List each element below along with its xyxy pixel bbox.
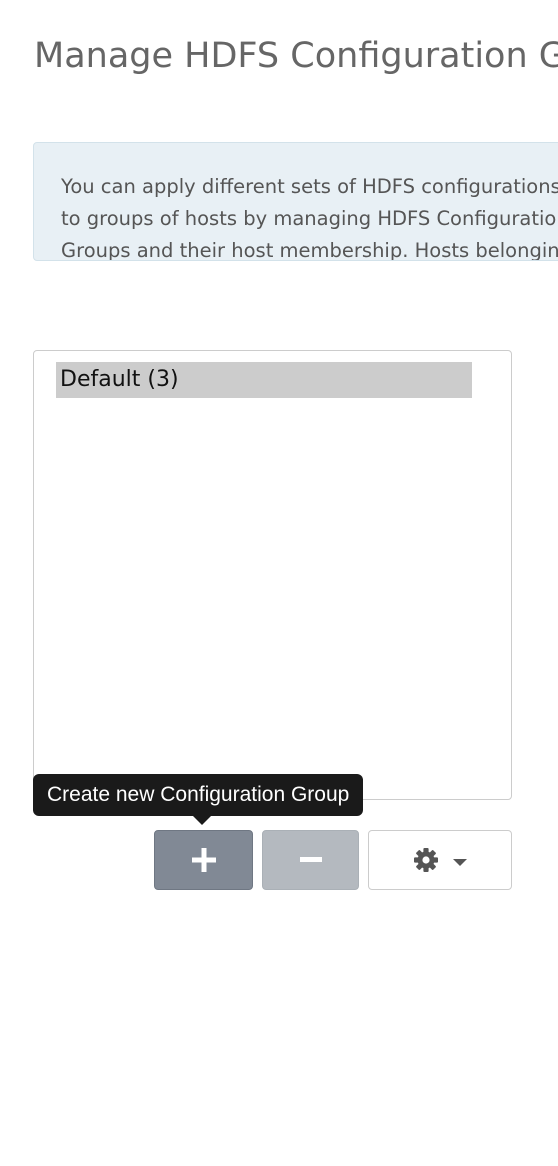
manage-config-groups-dialog: Manage HDFS Configuration Groups You can… — [0, 0, 558, 1166]
info-alert: You can apply different sets of HDFS con… — [33, 142, 558, 261]
minus-icon — [299, 857, 322, 862]
tooltip-arrow — [193, 816, 211, 825]
config-group-list[interactable]: Default (3) — [33, 350, 512, 800]
plus-icon — [191, 848, 216, 872]
gear-icon — [414, 848, 438, 872]
list-item-default-group[interactable]: Default (3) — [56, 362, 472, 398]
settings-dropdown-button[interactable] — [368, 830, 512, 890]
info-text: You can apply different sets of HDFS con… — [61, 175, 558, 261]
page-title: Manage HDFS Configuration Groups — [34, 36, 558, 76]
add-group-button[interactable] — [154, 830, 253, 890]
remove-group-button[interactable] — [262, 830, 359, 890]
caret-down-icon — [453, 859, 467, 866]
create-group-tooltip: Create new Configuration Group — [33, 774, 364, 816]
